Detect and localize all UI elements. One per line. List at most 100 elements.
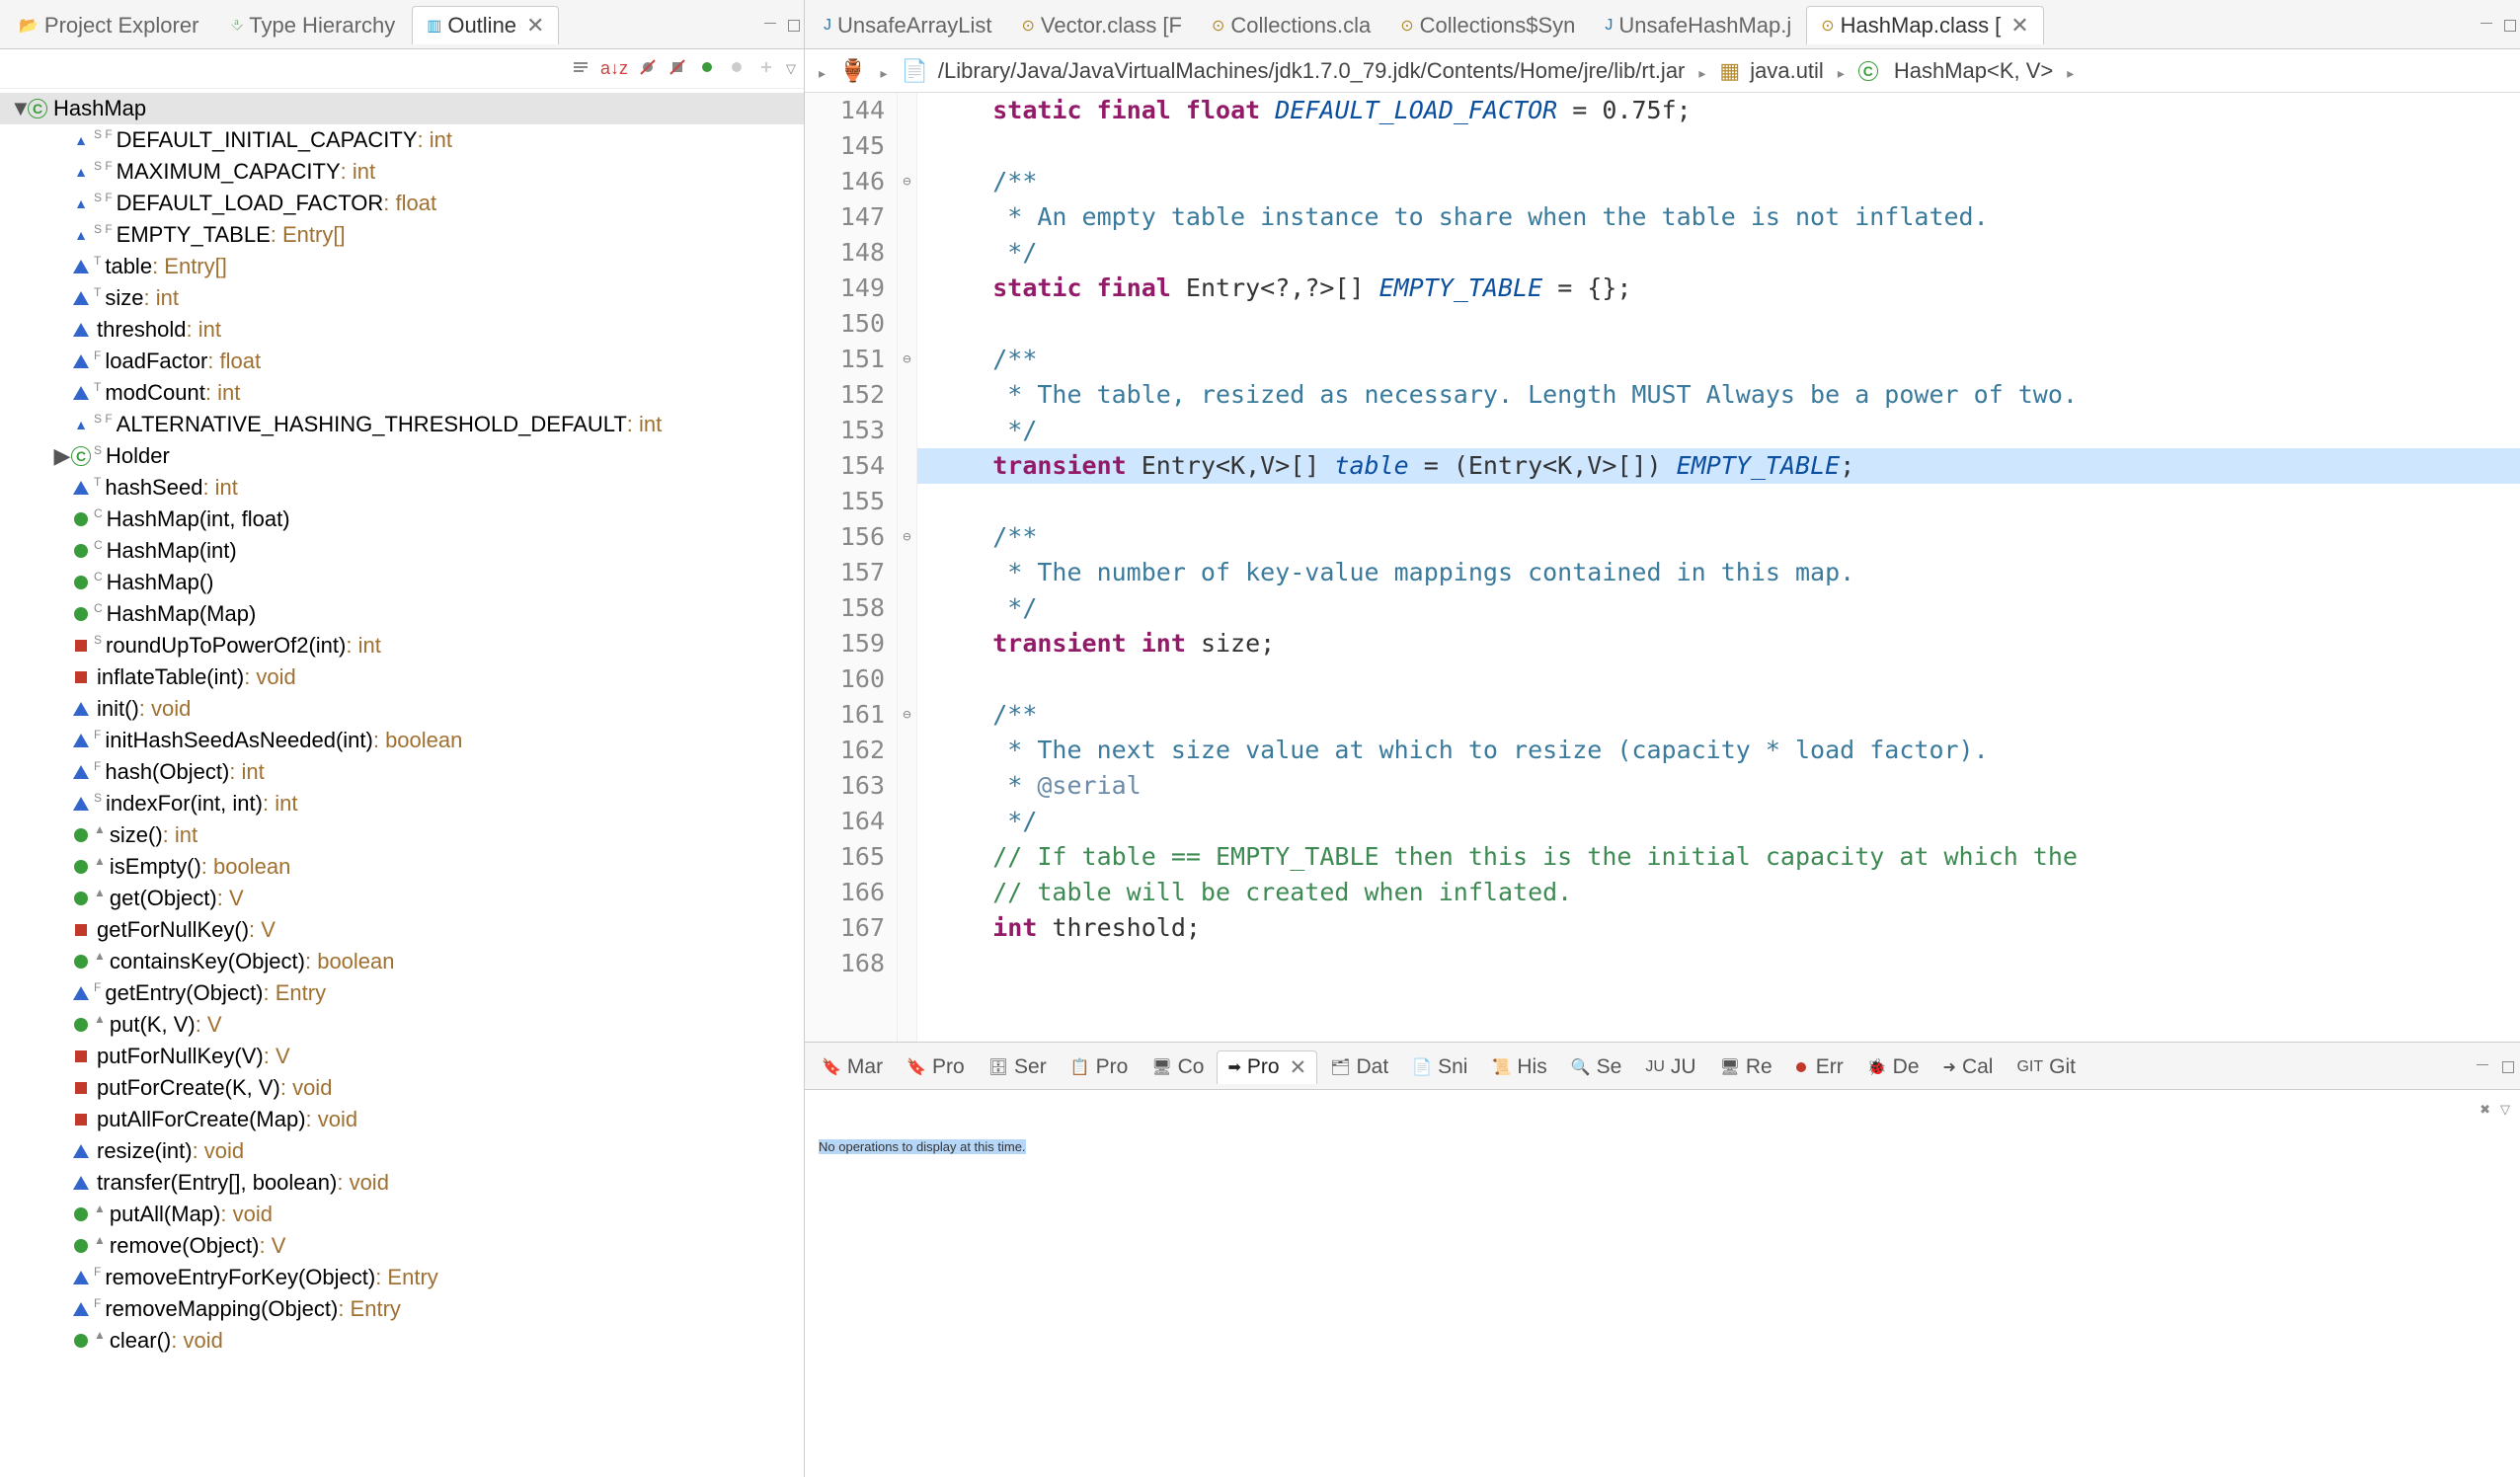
outline-item[interactable]: transfer(Entry[], boolean) : void xyxy=(0,1167,804,1199)
code-line[interactable]: transient Entry<K,V>[] table = (Entry<K,… xyxy=(917,448,2520,484)
line-number[interactable]: 157 xyxy=(805,555,885,590)
line-number[interactable]: 163 xyxy=(805,768,885,804)
bottom-tab[interactable]: 📄Sni xyxy=(1401,1050,1478,1083)
fold-marker[interactable] xyxy=(898,413,916,448)
editor-tab[interactable]: ⊙HashMap.class [✕ xyxy=(1806,6,2043,44)
line-number[interactable]: 161 xyxy=(805,697,885,733)
view-menu-icon[interactable]: ▽ xyxy=(786,61,796,77)
outline-item[interactable]: ▶CSHolder xyxy=(0,440,804,472)
bottom-tab[interactable]: Err xyxy=(1785,1050,1854,1083)
outline-item[interactable]: FremoveEntryForKey(Object) : Entry xyxy=(0,1262,804,1293)
line-number[interactable]: 164 xyxy=(805,804,885,839)
code-line[interactable]: // table will be created when inflated. xyxy=(917,875,2520,910)
bottom-tab[interactable]: 📋Pro xyxy=(1060,1050,1140,1083)
fold-marker[interactable] xyxy=(898,661,916,697)
outline-item[interactable]: Tsize : int xyxy=(0,282,804,314)
hide-nonpublic-icon[interactable] xyxy=(697,57,717,80)
fold-marker[interactable] xyxy=(898,590,916,626)
code-line[interactable]: transient int size; xyxy=(917,626,2520,661)
outline-item[interactable]: FremoveMapping(Object) : Entry xyxy=(0,1293,804,1325)
bottom-tab[interactable]: ➜Cal xyxy=(1932,1050,2005,1083)
outline-item[interactable]: ThashSeed : int xyxy=(0,472,804,504)
bottom-tab[interactable]: 📜His xyxy=(1480,1050,1557,1083)
tab-project-explorer[interactable]: 📂 Project Explorer xyxy=(4,6,213,44)
breadcrumb-jar[interactable]: /Library/Java/JavaVirtualMachines/jdk1.7… xyxy=(938,58,1686,84)
fold-marker[interactable] xyxy=(898,733,916,768)
line-number[interactable]: 152 xyxy=(805,377,885,413)
collapse-icon[interactable]: ▼ xyxy=(10,96,28,121)
link-editor-icon[interactable] xyxy=(756,57,776,80)
fold-marker[interactable] xyxy=(898,875,916,910)
line-number[interactable]: 162 xyxy=(805,733,885,768)
code-line[interactable]: * The table, resized as necessary. Lengt… xyxy=(917,377,2520,413)
outline-item[interactable]: threshold : int xyxy=(0,314,804,346)
line-number[interactable]: 158 xyxy=(805,590,885,626)
outline-item[interactable]: CHashMap() xyxy=(0,567,804,598)
fold-marker[interactable] xyxy=(898,839,916,875)
editor-tab[interactable]: ⊙Collections.cla xyxy=(1197,6,1385,44)
hide-local-icon[interactable] xyxy=(727,57,747,80)
code-line[interactable] xyxy=(917,484,2520,519)
minimize-button[interactable] xyxy=(2475,17,2492,35)
code-line[interactable]: */ xyxy=(917,590,2520,626)
bottom-tab[interactable]: 🔍Se xyxy=(1560,1050,1633,1083)
line-number[interactable]: 168 xyxy=(805,946,885,981)
outline-item[interactable]: FgetEntry(Object) : Entry xyxy=(0,977,804,1009)
code-line[interactable]: // If table == EMPTY_TABLE then this is … xyxy=(917,839,2520,875)
outline-item[interactable]: CHashMap(int) xyxy=(0,535,804,567)
outline-item[interactable]: init() : void xyxy=(0,693,804,725)
outline-tree[interactable]: ▼ C HashMap▲S FDEFAULT_INITIAL_CAPACITY … xyxy=(0,89,804,1477)
outline-item[interactable]: SindexFor(int, int) : int xyxy=(0,788,804,819)
line-number[interactable]: 148 xyxy=(805,235,885,271)
outline-item[interactable]: ▲S FDEFAULT_LOAD_FACTOR : float xyxy=(0,188,804,219)
fold-marker[interactable] xyxy=(898,946,916,981)
fold-marker[interactable] xyxy=(898,377,916,413)
code-line[interactable]: int threshold; xyxy=(917,910,2520,946)
line-number[interactable]: 154 xyxy=(805,448,885,484)
fold-marker[interactable] xyxy=(898,128,916,164)
code-line[interactable]: * The next size value at which to resize… xyxy=(917,733,2520,768)
breadcrumb[interactable]: 🏺 📄 /Library/Java/JavaVirtualMachines/jd… xyxy=(805,49,2520,93)
code-line[interactable]: */ xyxy=(917,804,2520,839)
line-number[interactable]: 144 xyxy=(805,93,885,128)
line-number[interactable]: 145 xyxy=(805,128,885,164)
stop-icon[interactable]: ✖ xyxy=(2480,1102,2490,1118)
outline-item[interactable]: ▲S FEMPTY_TABLE : Entry[] xyxy=(0,219,804,251)
bottom-tab[interactable]: ➡Pro✕ xyxy=(1217,1050,1317,1084)
fold-marker[interactable] xyxy=(898,271,916,306)
outline-item[interactable]: ▲remove(Object) : V xyxy=(0,1230,804,1262)
editor-tab[interactable]: JUnsafeHashMap.j xyxy=(1590,6,1806,44)
maximize-button[interactable] xyxy=(2498,17,2516,35)
fold-marker[interactable]: ⊖ xyxy=(898,697,916,733)
close-icon[interactable]: ✕ xyxy=(1290,1055,1307,1080)
fold-marker[interactable] xyxy=(898,910,916,946)
sort-icon[interactable]: a↓z xyxy=(600,58,628,79)
fold-marker[interactable] xyxy=(898,93,916,128)
outline-item[interactable]: SroundUpToPowerOf2(int) : int xyxy=(0,630,804,661)
fold-marker[interactable] xyxy=(898,235,916,271)
outline-item[interactable]: inflateTable(int) : void xyxy=(0,661,804,693)
outline-item[interactable]: ▲containsKey(Object) : boolean xyxy=(0,946,804,977)
line-number[interactable]: 160 xyxy=(805,661,885,697)
hide-fields-icon[interactable] xyxy=(638,57,658,80)
fold-marker[interactable]: ⊖ xyxy=(898,164,916,199)
line-number[interactable]: 147 xyxy=(805,199,885,235)
fold-marker[interactable] xyxy=(898,555,916,590)
code-line[interactable] xyxy=(917,306,2520,342)
code-line[interactable]: * @serial xyxy=(917,768,2520,804)
bottom-tab[interactable]: 🐞De xyxy=(1856,1050,1930,1083)
view-menu-icon[interactable]: ▽ xyxy=(2500,1102,2510,1118)
outline-item[interactable]: ▲putAll(Map) : void xyxy=(0,1199,804,1230)
code-line[interactable]: /** xyxy=(917,519,2520,555)
fold-gutter[interactable]: ⊖⊖⊖⊖ xyxy=(898,93,917,1042)
outline-item[interactable]: putForCreate(K, V) : void xyxy=(0,1072,804,1104)
bottom-tab[interactable]: GITGit xyxy=(2006,1050,2087,1083)
editor-tab[interactable]: JUnsafeArrayList xyxy=(809,6,1007,44)
outline-item[interactable]: TmodCount : int xyxy=(0,377,804,409)
fold-marker[interactable] xyxy=(898,768,916,804)
hide-static-icon[interactable] xyxy=(668,57,687,80)
outline-item[interactable]: ▲get(Object) : V xyxy=(0,883,804,914)
close-icon[interactable]: ✕ xyxy=(2010,13,2028,39)
code-line[interactable]: /** xyxy=(917,164,2520,199)
code-line[interactable]: */ xyxy=(917,413,2520,448)
